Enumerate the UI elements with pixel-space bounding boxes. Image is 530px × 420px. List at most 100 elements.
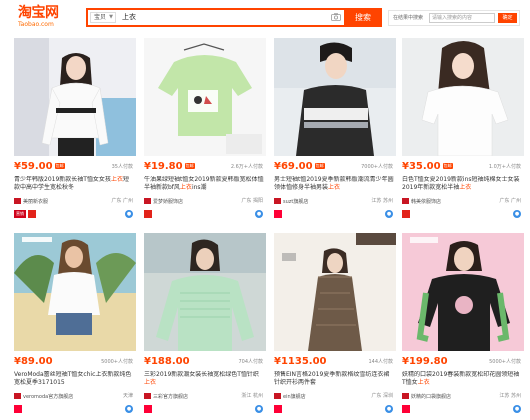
product-image[interactable] bbox=[14, 233, 136, 351]
product-title[interactable]: 白色T恤女夏2019新款ins短袖纯棉女士女装2019年新款宽松半袖上衣 bbox=[402, 176, 522, 192]
logo-subtext: Taobao.com bbox=[18, 21, 54, 28]
product-card[interactable]: ¥69.00 包邮 7000+人付款 男士短袖t恤2019夏季新款韩版潮流青少年圆… bbox=[274, 38, 396, 224]
badges bbox=[274, 405, 284, 414]
chevron-down-icon: ▼ bbox=[109, 14, 113, 20]
shop-icon bbox=[144, 393, 151, 399]
shop-link[interactable]: 三彩官方旗舰店 bbox=[144, 393, 188, 401]
product-price: ¥89.00 bbox=[14, 356, 53, 368]
sales-count: 144人付款 bbox=[368, 359, 393, 365]
shop-link[interactable]: 美丽新衣服 bbox=[14, 198, 48, 206]
search-input[interactable]: 上衣 bbox=[122, 12, 136, 23]
product-title[interactable]: VeroModa蕾丝短袖T恤女chic上衣新款纯色宽松夏季3171015 bbox=[14, 371, 134, 387]
title-keyword: 上衣 bbox=[328, 184, 341, 191]
product-title[interactable]: 青少年韩版2019新款长袖T恤女女孩上衣短款中高中学生宽松秋冬 bbox=[14, 176, 134, 192]
badges bbox=[402, 405, 412, 414]
product-title[interactable]: 妖精的口袋2019春装新款宽松印花圆领短袖T恤女上衣 bbox=[402, 371, 522, 387]
price-value: ¥35.00 bbox=[402, 161, 441, 172]
product-image[interactable] bbox=[274, 38, 396, 156]
shop-icon bbox=[402, 393, 409, 399]
brand-badge bbox=[402, 210, 410, 218]
shop-link[interactable]: ein旗舰店 bbox=[274, 393, 306, 401]
free-shipping-tag: 包邮 bbox=[442, 163, 453, 169]
product-image[interactable] bbox=[402, 38, 524, 156]
price-value: ¥188.00 bbox=[144, 356, 190, 367]
product-price: ¥199.80 bbox=[402, 356, 448, 368]
badges: 营销 bbox=[14, 210, 38, 219]
product-title[interactable]: 预售EIN言格2019夏季新款格纹雪纺连衣裙针织开衫两件套 bbox=[274, 371, 394, 387]
brand-badge bbox=[28, 210, 36, 218]
search-button[interactable]: 搜索 bbox=[344, 8, 382, 27]
title-keyword: 上衣 bbox=[144, 379, 157, 386]
wangwang-chat-icon[interactable]: ● bbox=[513, 405, 521, 413]
shop-icon bbox=[144, 198, 151, 204]
tmall-badge bbox=[144, 405, 152, 413]
product-title[interactable]: 男士短袖t恤2019夏季新款韩版潮流青少年圆领体恤修身半袖男装上衣 bbox=[274, 176, 394, 192]
product-card[interactable]: ¥188.00 704人付款 三彩2019新款潮女装长袖宽松绿色T恤针织上衣 三… bbox=[144, 233, 266, 419]
wangwang-chat-icon[interactable]: ● bbox=[255, 210, 263, 218]
camera-icon[interactable] bbox=[331, 13, 341, 21]
logo-text: 淘宝网 bbox=[18, 5, 59, 21]
product-card[interactable]: ¥1135.00 144人付款 预售EIN言格2019夏季新款格纹雪纺连衣裙针织… bbox=[274, 233, 396, 419]
product-image[interactable] bbox=[402, 233, 524, 351]
product-card[interactable]: ¥35.00 包邮 1.0万+人付款 白色T恤女夏2019新款ins短袖纯棉女士女… bbox=[402, 38, 524, 224]
filter-input[interactable]: 请输入搜索的内容 bbox=[429, 13, 495, 23]
product-card[interactable]: ¥19.80 包邮 2.6万+人付款 牛油果绿短袖t恤女2019新款夏韩版宽松体恤… bbox=[144, 38, 266, 224]
location: 广东 深圳 bbox=[371, 393, 393, 399]
wangwang-chat-icon[interactable]: ● bbox=[385, 210, 393, 218]
sales-count: 2.6万+人付款 bbox=[230, 164, 263, 170]
shop-icon bbox=[274, 198, 281, 204]
product-price: ¥59.00 包邮 bbox=[14, 161, 65, 173]
tmall-badge bbox=[14, 405, 22, 413]
shop-icon bbox=[274, 393, 281, 399]
search-bar: 宝贝 ▼ 上衣 搜索 bbox=[86, 8, 382, 27]
free-shipping-tag: 包邮 bbox=[184, 163, 195, 169]
tmall-badge bbox=[402, 405, 410, 413]
shop-name: 美丽新衣服 bbox=[23, 199, 49, 205]
product-image[interactable] bbox=[144, 233, 266, 351]
shop-link[interactable]: veromoda官方旗舰店 bbox=[14, 393, 73, 401]
title-text: 三彩2019新款潮女装长袖宽松绿色T恤针织 bbox=[144, 371, 259, 378]
tmall-badge bbox=[274, 405, 282, 413]
tmall-badge bbox=[274, 210, 282, 218]
price-value: ¥19.80 bbox=[144, 161, 183, 172]
product-image[interactable] bbox=[274, 233, 396, 351]
taobao-logo[interactable]: 淘宝网 Taobao.com bbox=[18, 6, 59, 29]
search-within-results: 在结果中搜索 请输入搜索的内容 确定 bbox=[388, 10, 520, 26]
shop-link[interactable]: 韩美依服饰店 bbox=[402, 198, 441, 206]
location: 广东 揭阳 bbox=[241, 198, 263, 204]
wangwang-chat-icon[interactable]: ● bbox=[385, 405, 393, 413]
wangwang-chat-icon[interactable]: ● bbox=[125, 210, 133, 218]
location: 江苏 苏州 bbox=[371, 198, 393, 204]
product-price: ¥69.00 包邮 bbox=[274, 161, 325, 173]
product-card[interactable]: ¥199.80 5000+人付款 妖精的口袋2019春装新款宽松印花圆领短袖T恤… bbox=[402, 233, 524, 419]
filter-confirm-button[interactable]: 确定 bbox=[498, 13, 517, 23]
product-price: ¥35.00 包邮 bbox=[402, 161, 453, 173]
wangwang-chat-icon[interactable]: ● bbox=[125, 405, 133, 413]
sales-count: 35人付款 bbox=[111, 164, 133, 170]
shop-link[interactable]: 爱梦娇服饰店 bbox=[144, 198, 183, 206]
product-price: ¥188.00 bbox=[144, 356, 190, 368]
product-price: ¥1135.00 bbox=[274, 356, 327, 368]
product-image[interactable] bbox=[144, 38, 266, 156]
product-title[interactable]: 牛油果绿短袖t恤女2019新款夏韩版宽松体恤半袖新款bf风上衣ins潮 bbox=[144, 176, 264, 192]
product-card[interactable]: ¥89.00 5000+人付款 VeroModa蕾丝短袖T恤女chic上衣新款纯… bbox=[14, 233, 136, 419]
free-shipping-tag: 包邮 bbox=[54, 163, 65, 169]
shop-name: 三彩官方旗舰店 bbox=[153, 394, 189, 400]
sales-count: 5000+人付款 bbox=[489, 359, 521, 365]
shop-name: 爱梦娇服饰店 bbox=[153, 199, 184, 205]
product-image[interactable] bbox=[14, 38, 136, 156]
badges bbox=[14, 405, 24, 414]
wangwang-chat-icon[interactable]: ● bbox=[513, 210, 521, 218]
title-keyword: 上衣 bbox=[417, 379, 430, 386]
title-keyword: 上衣 bbox=[179, 184, 192, 191]
product-card[interactable]: ¥59.00 包邮 35人付款 青少年韩版2019新款长袖T恤女女孩上衣短款中高中… bbox=[14, 38, 136, 224]
search-category-select[interactable]: 宝贝 ▼ bbox=[90, 12, 116, 23]
product-title[interactable]: 三彩2019新款潮女装长袖宽松绿色T恤针织上衣 bbox=[144, 371, 264, 387]
price-value: ¥69.00 bbox=[274, 161, 313, 172]
title-text: VeroModa蕾丝短袖T恤女chic上衣新款纯色宽松夏季3171015 bbox=[14, 371, 132, 386]
title-keyword: 上衣 bbox=[459, 184, 472, 191]
wangwang-chat-icon[interactable]: ● bbox=[255, 405, 263, 413]
shop-icon bbox=[402, 198, 409, 204]
shop-link[interactable]: 妖精的口袋旗舰店 bbox=[402, 393, 451, 401]
shop-link[interactable]: suzt旗舰店 bbox=[274, 198, 308, 206]
